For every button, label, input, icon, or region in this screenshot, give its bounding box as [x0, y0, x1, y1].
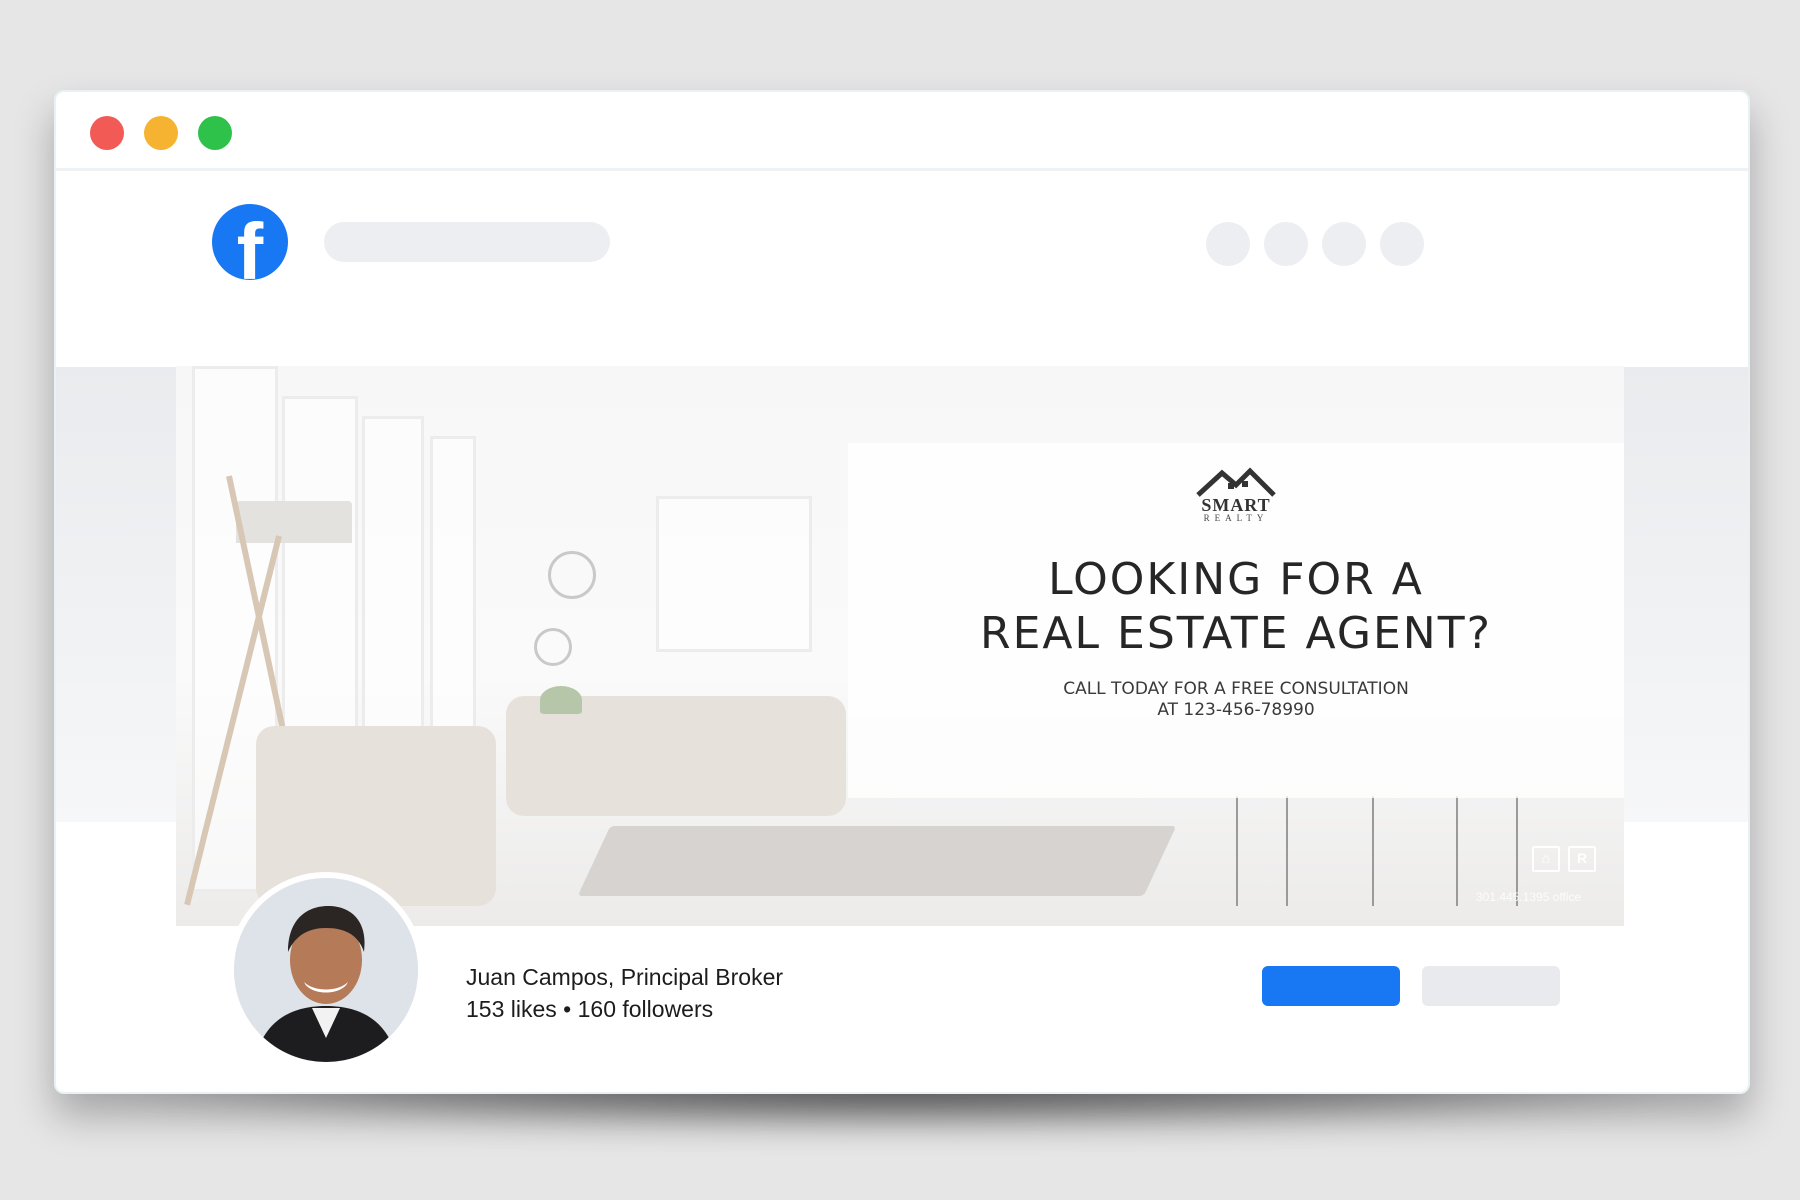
page-stats: 153 likes • 160 followers: [466, 996, 714, 1022]
nav-icon-button[interactable]: [1264, 222, 1308, 266]
minimize-window-button[interactable]: [144, 116, 178, 150]
profile-avatar[interactable]: [228, 872, 424, 1068]
nav-icon-button[interactable]: [1322, 222, 1366, 266]
maximize-window-button[interactable]: [198, 116, 232, 150]
close-window-button[interactable]: [90, 116, 124, 150]
office-phone: 301.445.1395 office: [1476, 890, 1582, 904]
facebook-logo-letter: f: [236, 207, 264, 280]
logo-tagline: REALTY: [1203, 513, 1269, 523]
cta-line-2: AT 123-456-78990: [1157, 700, 1315, 720]
house-roof-icon: [1196, 467, 1276, 497]
window-frame: [656, 496, 812, 652]
potted-plant: [540, 686, 582, 714]
headline-line-1: LOOKING FOR A: [1048, 554, 1424, 605]
wall-mirror: [548, 551, 596, 599]
cover-call-to-action: CALL TODAY FOR A FREE CONSULTATION AT 12…: [848, 679, 1624, 721]
rug: [577, 826, 1177, 896]
secondary-action-button[interactable]: [1422, 966, 1560, 1006]
profile-photo: [234, 878, 418, 1062]
equal-housing-icon: ⌂: [1532, 846, 1560, 872]
search-input[interactable]: [324, 222, 610, 262]
chair-leg: [1286, 796, 1288, 906]
realtor-icon: R: [1568, 846, 1596, 872]
sofa: [506, 696, 846, 816]
compliance-icons: ⌂ R: [1532, 846, 1596, 872]
nav-icon-button[interactable]: [1380, 222, 1424, 266]
chair-leg: [1372, 796, 1374, 906]
cta-line-1: CALL TODAY FOR A FREE CONSULTATION: [1063, 679, 1409, 699]
logo-name: SMART: [1201, 495, 1271, 515]
facebook-top-nav: [56, 171, 1748, 362]
wall-mirror: [534, 628, 572, 666]
facebook-logo-icon[interactable]: f: [212, 204, 288, 280]
chair-leg: [1236, 796, 1238, 906]
floor-lamp: [236, 501, 352, 543]
page-name: Juan Campos, Principal Broker: [466, 964, 784, 990]
cover-headline: LOOKING FOR A REAL ESTATE AGENT?: [848, 553, 1624, 661]
primary-action-button[interactable]: [1262, 966, 1400, 1006]
chair-leg: [1456, 796, 1458, 906]
smart-realty-logo: SMART REALTY: [848, 467, 1624, 523]
person-portrait-icon: [234, 878, 418, 1062]
browser-window: f SMART REALTY LOOKING FOR A REAL ESTATE…: [54, 90, 1750, 1094]
cover-text-panel: SMART REALTY LOOKING FOR A REAL ESTATE A…: [848, 443, 1624, 798]
nav-icon-button[interactable]: [1206, 222, 1250, 266]
title-bar: [56, 92, 1748, 171]
cover-photo[interactable]: SMART REALTY LOOKING FOR A REAL ESTATE A…: [176, 366, 1624, 926]
headline-line-2: REAL ESTATE AGENT?: [980, 608, 1492, 659]
